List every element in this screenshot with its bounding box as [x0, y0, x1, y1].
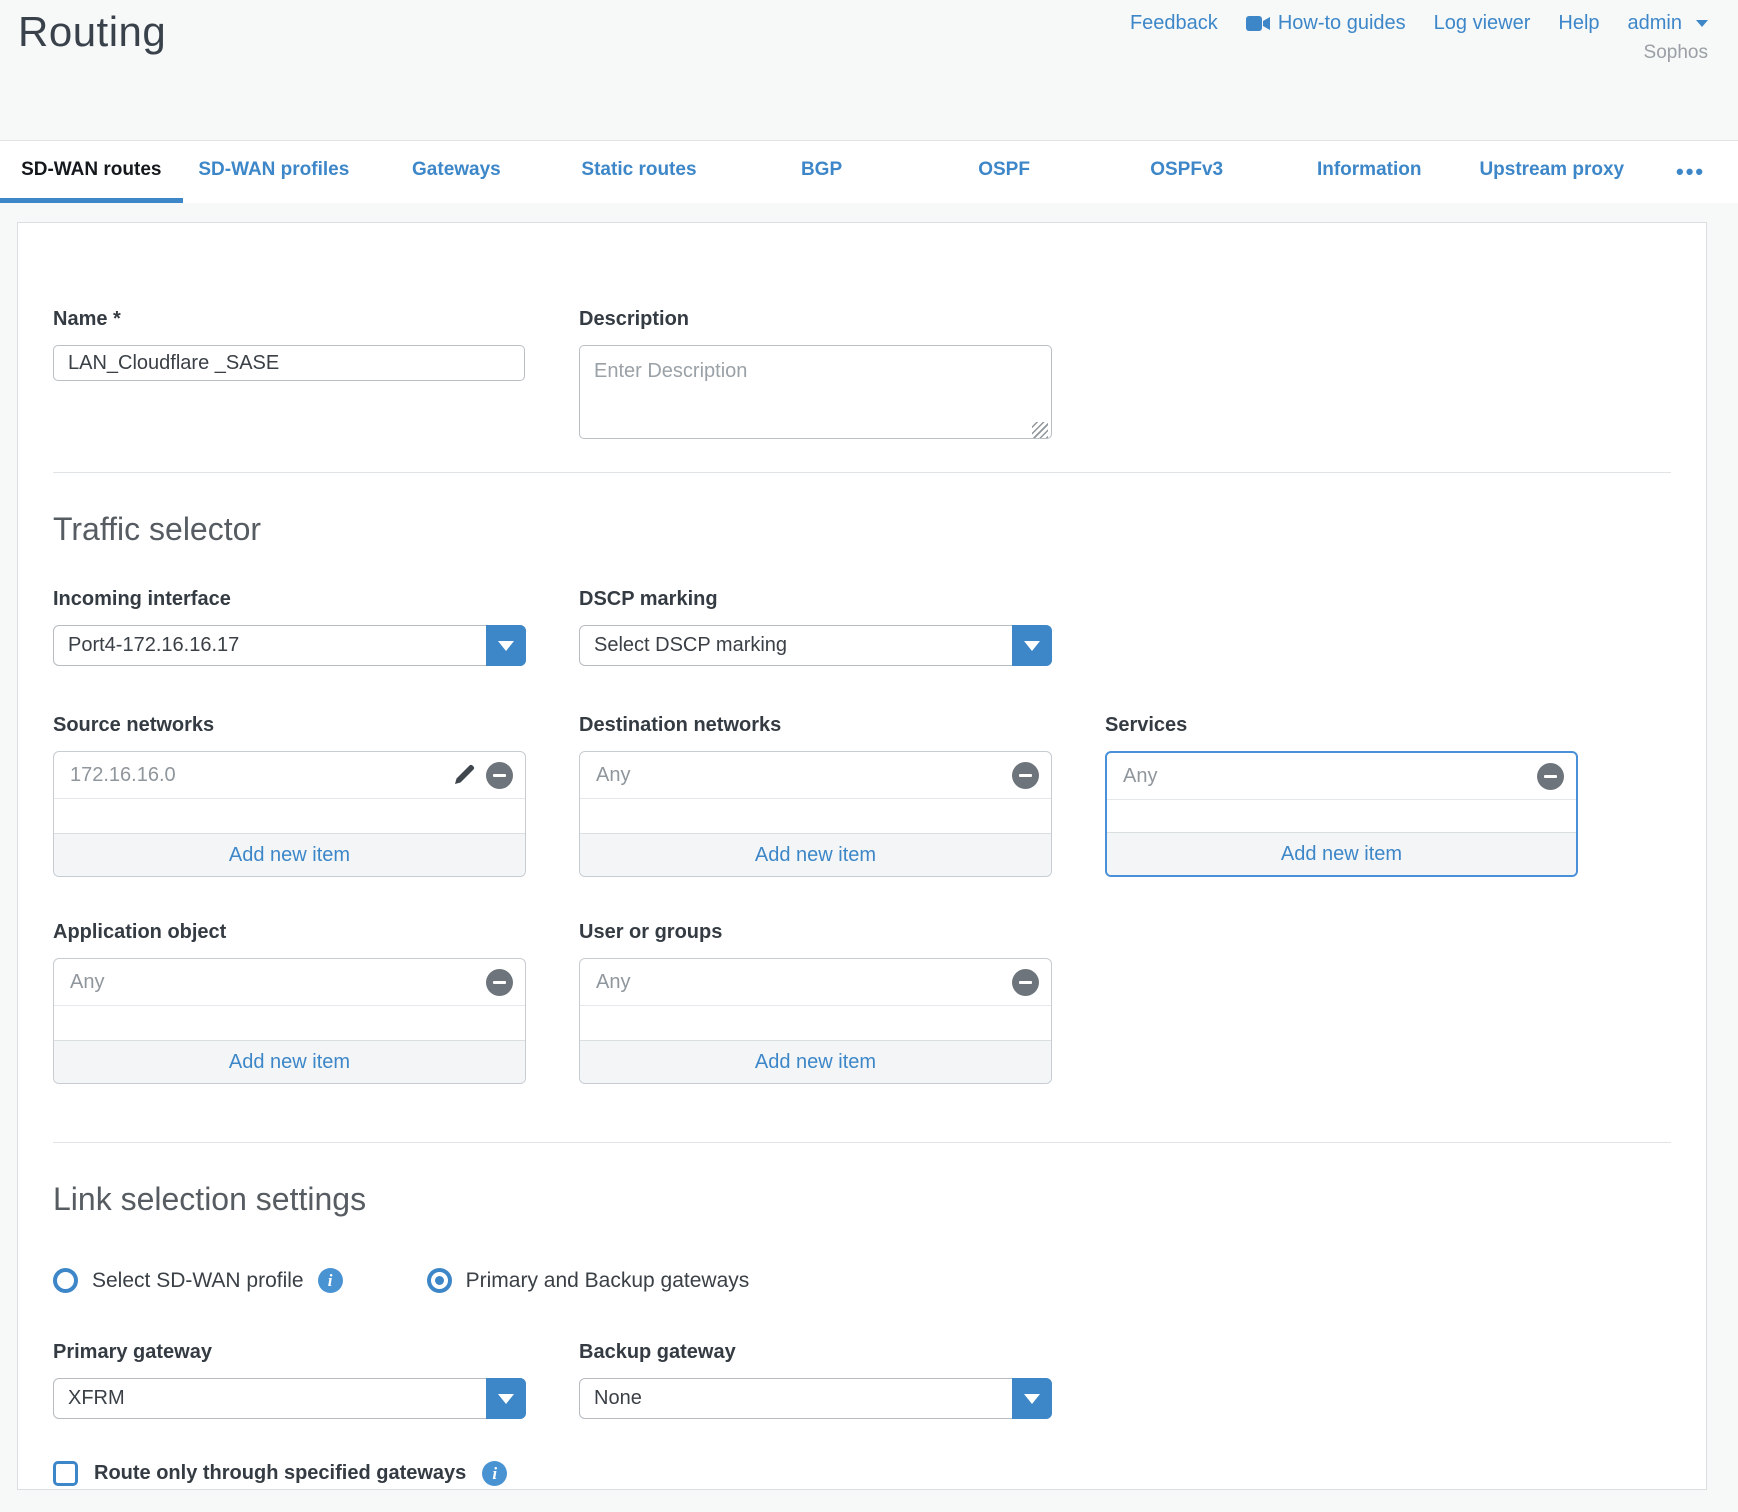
- application-object-list: Any Add new item: [53, 958, 526, 1084]
- feedback-link[interactable]: Feedback: [1130, 12, 1218, 35]
- name-label: Name *: [53, 308, 526, 331]
- info-icon[interactable]: i: [482, 1461, 507, 1486]
- resize-grip[interactable]: [1032, 422, 1048, 438]
- list-item: Any: [580, 752, 1051, 799]
- more-tabs-button[interactable]: •••: [1643, 141, 1738, 203]
- incoming-interface-label: Incoming interface: [53, 588, 526, 611]
- list-item: Any: [1107, 753, 1576, 800]
- name-input[interactable]: [53, 345, 525, 381]
- tab-ospfv3[interactable]: OSPFv3: [1095, 141, 1278, 203]
- add-new-item-button[interactable]: Add new item: [54, 833, 525, 876]
- radio-primary-backup-label: Primary and Backup gateways: [466, 1269, 750, 1293]
- tab-bgp[interactable]: BGP: [730, 141, 913, 203]
- chevron-down-icon[interactable]: [1012, 625, 1052, 666]
- traffic-selector-heading: Traffic selector: [53, 511, 1671, 548]
- list-item: Any: [54, 959, 525, 1006]
- admin-menu[interactable]: admin: [1628, 12, 1708, 35]
- sdwan-route-form: Name * Description Traffic selector Inco…: [17, 222, 1707, 1490]
- incoming-interface-select[interactable]: Port4-172.16.16.17: [53, 625, 526, 666]
- radio-primary-backup-gateways[interactable]: [427, 1268, 452, 1293]
- chevron-down-icon[interactable]: [486, 625, 526, 666]
- tab-static-routes[interactable]: Static routes: [548, 141, 731, 203]
- dscp-marking-select[interactable]: Select DSCP marking: [579, 625, 1052, 666]
- tab-bar: SD-WAN routes SD-WAN profiles Gateways S…: [0, 140, 1738, 203]
- chevron-down-icon[interactable]: [486, 1378, 526, 1419]
- primary-gateway-select[interactable]: XFRM: [53, 1378, 526, 1419]
- tab-sdwan-routes[interactable]: SD-WAN routes: [0, 141, 183, 203]
- description-input[interactable]: [579, 345, 1052, 439]
- brand-label: Sophos: [1644, 42, 1708, 64]
- radio-sdwan-profile-label: Select SD-WAN profile: [92, 1269, 304, 1293]
- page-title: Routing: [18, 8, 166, 56]
- link-selection-heading: Link selection settings: [53, 1181, 1671, 1218]
- tab-sdwan-profiles[interactable]: SD-WAN profiles: [183, 141, 366, 203]
- backup-gateway-select[interactable]: None: [579, 1378, 1052, 1419]
- tab-upstream-proxy[interactable]: Upstream proxy: [1461, 141, 1644, 203]
- page-header: Routing Feedback How-to guides Log viewe…: [0, 0, 1738, 140]
- primary-gateway-label: Primary gateway: [53, 1341, 526, 1364]
- help-link[interactable]: Help: [1558, 12, 1599, 35]
- source-networks-list: 172.16.16.0 Add new item: [53, 751, 526, 877]
- edit-icon[interactable]: [452, 763, 476, 787]
- add-new-item-button[interactable]: Add new item: [54, 1040, 525, 1083]
- services-list: Any Add new item: [1105, 751, 1578, 877]
- list-item: 172.16.16.0: [54, 752, 525, 799]
- remove-item-icon[interactable]: [1012, 762, 1039, 789]
- user-or-groups-label: User or groups: [579, 921, 1052, 944]
- howto-guides-link[interactable]: How-to guides: [1246, 12, 1406, 35]
- add-new-item-button[interactable]: Add new item: [1107, 832, 1576, 875]
- tab-information[interactable]: Information: [1278, 141, 1461, 203]
- chevron-down-icon[interactable]: [1012, 1378, 1052, 1419]
- user-or-groups-list: Any Add new item: [579, 958, 1052, 1084]
- route-only-checkbox-label: Route only through specified gateways: [94, 1462, 466, 1485]
- application-object-label: Application object: [53, 921, 526, 944]
- remove-item-icon[interactable]: [1012, 969, 1039, 996]
- remove-item-icon[interactable]: [486, 969, 513, 996]
- chevron-down-icon: [1696, 20, 1708, 27]
- route-only-checkbox[interactable]: [53, 1461, 78, 1486]
- description-label: Description: [579, 308, 1052, 331]
- section-divider: [53, 472, 1671, 473]
- dscp-marking-label: DSCP marking: [579, 588, 1052, 611]
- radio-sdwan-profile[interactable]: [53, 1268, 78, 1293]
- tab-ospf[interactable]: OSPF: [913, 141, 1096, 203]
- header-links: Feedback How-to guides Log viewer Help a…: [1130, 12, 1708, 35]
- log-viewer-link[interactable]: Log viewer: [1434, 12, 1531, 35]
- video-camera-icon: [1246, 15, 1270, 32]
- destination-networks-list: Any Add new item: [579, 751, 1052, 877]
- destination-networks-label: Destination networks: [579, 714, 1052, 737]
- services-label: Services: [1105, 714, 1578, 737]
- add-new-item-button[interactable]: Add new item: [580, 833, 1051, 876]
- add-new-item-button[interactable]: Add new item: [580, 1040, 1051, 1083]
- list-item: Any: [580, 959, 1051, 1006]
- remove-item-icon[interactable]: [486, 762, 513, 789]
- remove-item-icon[interactable]: [1537, 763, 1564, 790]
- backup-gateway-label: Backup gateway: [579, 1341, 1052, 1364]
- section-divider: [53, 1142, 1671, 1143]
- source-networks-label: Source networks: [53, 714, 526, 737]
- tab-gateways[interactable]: Gateways: [365, 141, 548, 203]
- info-icon[interactable]: i: [318, 1268, 343, 1293]
